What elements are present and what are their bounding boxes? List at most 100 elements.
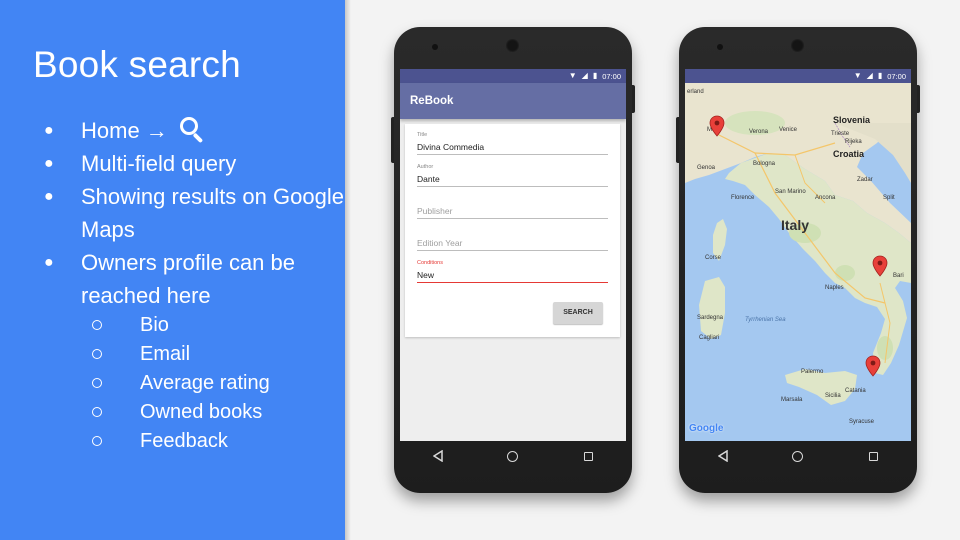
sub-bullet-text: Bio [140, 314, 169, 336]
sub-bullet-text: Average rating [140, 372, 270, 394]
back-icon[interactable] [713, 446, 733, 466]
edition-year-field[interactable]: Edition Year [417, 227, 608, 259]
map-label-bologna: Bologna [753, 161, 776, 167]
phone-search-form: ▼ ◢ ▮ 07:00 ReBook Title Divina Commedia… [391, 27, 635, 493]
results-map[interactable]: erland Milan Verona Venice Genoa Bologna… [685, 83, 911, 441]
author-field[interactable]: Author Dante [417, 163, 608, 195]
bullet-dot: ● [44, 155, 54, 172]
recents-icon[interactable] [578, 446, 598, 466]
map-label-bari: Bari [893, 273, 904, 279]
slide: Book search ● Home → ● Multi-field query… [0, 0, 960, 540]
status-bar: ▼ ◢ ▮ 07:00 [685, 69, 911, 83]
back-icon[interactable] [428, 446, 448, 466]
home-icon[interactable] [788, 446, 808, 466]
map-label-corse: Corse [705, 255, 722, 261]
sub-bullet-item: Owned books [92, 398, 270, 427]
bullet-text: Multi-field query [81, 151, 237, 176]
map-label-naples: Naples [825, 285, 844, 291]
map-label-syracuse: Syracuse [849, 419, 875, 425]
conditions-field[interactable]: Conditions New [417, 259, 608, 291]
sub-bullet-text: Owned books [140, 401, 263, 423]
phone-screen: ▼ ◢ ▮ 07:00 erland Verona Venice Genoa B… [685, 69, 911, 441]
search-button[interactable]: SEARCH [553, 302, 603, 324]
bullet-list: ● Home → ● Multi-field query ● Showing r… [44, 114, 344, 312]
publisher-input[interactable]: Publisher [417, 204, 608, 219]
bullet-dot: ● [44, 188, 54, 205]
title-field[interactable]: Title Divina Commedia [417, 131, 608, 163]
sub-bullet-item: Average rating [92, 369, 270, 398]
map-marker-calabria[interactable] [865, 355, 881, 377]
app-bar: ReBook [400, 83, 626, 119]
bullet-text: Showing results on Google Maps [81, 184, 344, 242]
bullet-text: Home → [81, 118, 168, 143]
phone-map-results: ▼ ◢ ▮ 07:00 erland Verona Venice Genoa B… [676, 27, 920, 493]
map-label-zadar: Zadar [857, 177, 873, 183]
front-camera [506, 39, 519, 52]
battery-icon: ▮ [592, 71, 598, 80]
bullet-dot: ● [44, 254, 54, 271]
status-time: 07:00 [602, 71, 621, 81]
map-label-verona: Verona [749, 129, 769, 135]
sub-bullet-list: Bio Email Average rating Owned books Fee… [92, 311, 270, 456]
map-label-croatia: Croatia [833, 149, 865, 159]
search-icon [178, 116, 206, 144]
conditions-label: Conditions [417, 260, 443, 266]
google-logo: Google [689, 423, 723, 434]
status-bar: ▼ ◢ ▮ 07:00 [400, 69, 626, 83]
map-marker-milan[interactable] [709, 115, 725, 137]
android-nav-bar [400, 441, 626, 471]
volume-button [676, 117, 679, 163]
volume-button [391, 117, 394, 163]
map-label-cagliari: Cagliari [699, 335, 720, 341]
sub-bullet-item: Feedback [92, 427, 270, 456]
map-marker-bari[interactable] [872, 255, 888, 277]
map-label-slovenia: Slovenia [833, 115, 871, 125]
bullet-item: ● Multi-field query [44, 147, 344, 180]
slide-title: Book search [33, 44, 241, 85]
bullet-item: ● Showing results on Google Maps [44, 180, 344, 246]
left-panel: Book search ● Home → ● Multi-field query… [0, 0, 351, 540]
title-label: Title [417, 132, 428, 138]
recents-icon[interactable] [863, 446, 883, 466]
bullet-item: ● Owners profile can be reached here [44, 246, 344, 312]
sensor-dot [432, 44, 438, 50]
conditions-input[interactable]: New [417, 268, 608, 283]
author-label: Author [417, 164, 434, 170]
app-title: ReBook [410, 95, 454, 107]
sub-bullet-item: Email [92, 340, 270, 369]
map-label-ancona: Ancona [815, 195, 836, 201]
signal-icon: ◢ [581, 71, 588, 80]
bullet-text: Owners profile can be reached here [81, 250, 295, 308]
sub-bullet-text: Feedback [140, 430, 228, 452]
map-label-switzerland-partial: erland [687, 89, 704, 95]
map-label-florence: Florence [731, 195, 755, 201]
google-logo-text: Google [689, 423, 724, 434]
title-input[interactable]: Divina Commedia [417, 140, 608, 155]
map-label-italy: Italy [781, 217, 810, 233]
battery-icon: ▮ [877, 71, 883, 80]
app-body: Title Divina Commedia Author Dante Publi… [400, 119, 626, 441]
phone-screen: ▼ ◢ ▮ 07:00 ReBook Title Divina Commedia… [400, 69, 626, 441]
map-label-trieste: Trieste [831, 131, 850, 137]
publisher-field[interactable]: Publisher [417, 195, 608, 227]
home-icon[interactable] [503, 446, 523, 466]
map-label-venice: Venice [779, 127, 798, 133]
signal-icon: ◢ [866, 71, 873, 80]
map-label-catania: Catania [845, 388, 866, 394]
map-label-genoa: Genoa [697, 165, 716, 171]
search-form-card: Title Divina Commedia Author Dante Publi… [405, 124, 620, 337]
bullet-item: ● Home → [44, 114, 344, 147]
edition-year-input[interactable]: Edition Year [417, 236, 608, 251]
map-label-split: Split [883, 195, 895, 201]
map-label-marsala: Marsala [781, 397, 803, 403]
sub-bullet-text: Email [140, 343, 191, 365]
sensor-dot [717, 44, 723, 50]
bullet-dot: ● [44, 122, 54, 139]
map-label-palermo: Palermo [801, 369, 824, 375]
map-label-sicilia: Sicilia [825, 393, 841, 399]
android-nav-bar [685, 441, 911, 471]
wifi-icon: ▼ [568, 71, 577, 80]
author-input[interactable]: Dante [417, 172, 608, 187]
map-label-san-marino: San Marino [775, 189, 806, 195]
front-camera [791, 39, 804, 52]
